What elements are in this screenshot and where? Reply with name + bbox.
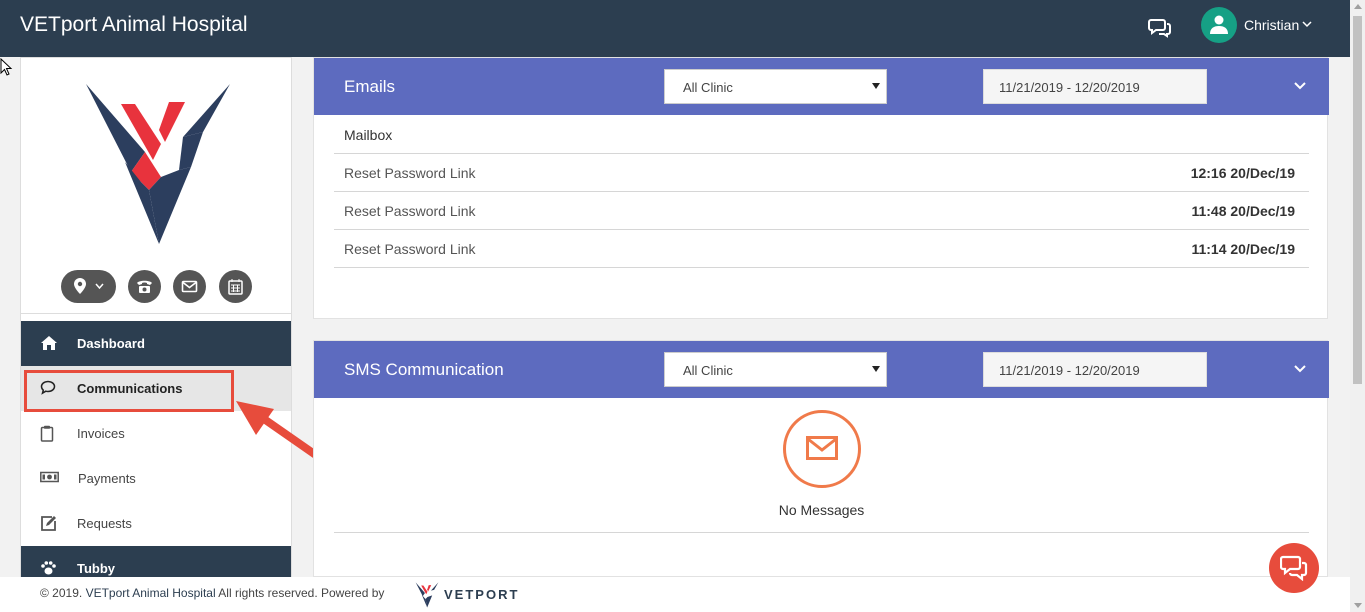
- email-row[interactable]: Reset Password Link 11:14 20/Dec/19: [334, 229, 1309, 267]
- email-row[interactable]: Reset Password Link 11:48 20/Dec/19: [334, 191, 1309, 229]
- vetport-logo-small[interactable]: [415, 582, 439, 608]
- page-scrollbar[interactable]: [1350, 0, 1365, 612]
- footer-copyright: © 2019.: [40, 586, 83, 600]
- home-icon: [41, 336, 57, 350]
- chat-icon[interactable]: [1148, 15, 1172, 39]
- divider: [334, 532, 1309, 533]
- select-value: All Clinic: [683, 363, 733, 378]
- mailbox-label: Mailbox: [344, 127, 393, 143]
- location-icon: [74, 278, 86, 294]
- vetport-logo: [86, 84, 230, 244]
- edit-icon: [41, 516, 56, 531]
- sidebar: Dashboard Communications Invoices Paymen…: [20, 57, 292, 591]
- footer-text: © 2019. VETport Animal Hospital All righ…: [40, 586, 384, 600]
- calendar-icon: [228, 279, 243, 295]
- avatar[interactable]: [1201, 7, 1237, 43]
- sms-panel: SMS Communication All Clinic 11/21/2019 …: [313, 340, 1329, 577]
- sms-date-range-input[interactable]: 11/21/2019 - 12/20/2019: [983, 352, 1207, 387]
- chevron-down-icon[interactable]: [1302, 20, 1312, 28]
- scroll-up-arrow-icon[interactable]: [1354, 4, 1362, 9]
- date-range-value: 11/21/2019 - 12/20/2019: [999, 80, 1140, 95]
- emails-title: Emails: [344, 77, 396, 96]
- calendar-button[interactable]: [219, 270, 252, 303]
- emails-panel: Emails All Clinic 11/21/2019 - 12/20/201…: [313, 57, 1329, 319]
- select-value: All Clinic: [683, 80, 733, 95]
- clipboard-icon: [40, 425, 54, 442]
- chevron-down-icon[interactable]: [1294, 82, 1306, 90]
- footer: © 2019. VETport Animal Hospital All righ…: [0, 577, 1350, 612]
- top-bar: VETport Animal Hospital Christian: [0, 0, 1350, 57]
- sidebar-item-label: Payments: [78, 471, 136, 486]
- sidebar-item-label: Tubby: [77, 561, 116, 576]
- scroll-down-arrow-icon[interactable]: [1354, 603, 1362, 608]
- app-title[interactable]: VETport Animal Hospital: [20, 13, 248, 37]
- sidebar-item-label: Requests: [77, 516, 132, 531]
- money-icon: [40, 471, 59, 483]
- email-subject: Reset Password Link: [344, 241, 476, 257]
- email-time: 11:14 20/Dec/19: [1191, 241, 1295, 257]
- phone-button[interactable]: [128, 270, 161, 303]
- divider: [334, 267, 1309, 268]
- envelope-icon: [806, 436, 838, 460]
- sidebar-item-requests[interactable]: Requests: [21, 501, 291, 546]
- email-subject: Reset Password Link: [344, 203, 476, 219]
- phone-icon: [137, 280, 152, 293]
- user-name[interactable]: Christian: [1244, 17, 1299, 33]
- sms-title: SMS Communication: [344, 360, 504, 379]
- email-time: 11:48 20/Dec/19: [1191, 203, 1295, 219]
- mail-button[interactable]: [173, 270, 206, 303]
- dropdown-arrow-icon: [872, 366, 880, 372]
- sms-panel-header: SMS Communication All Clinic 11/21/2019 …: [314, 341, 1329, 398]
- scrollbar-thumb[interactable]: [1353, 16, 1362, 384]
- emails-clinic-select[interactable]: All Clinic: [664, 69, 887, 104]
- annotation-highlight-box: [24, 370, 234, 412]
- date-range-value: 11/21/2019 - 12/20/2019: [999, 363, 1140, 378]
- email-row[interactable]: Reset Password Link 12:16 20/Dec/19: [334, 153, 1309, 191]
- dropdown-arrow-icon: [872, 83, 880, 89]
- chevron-down-icon[interactable]: [1294, 365, 1306, 373]
- email-time: 12:16 20/Dec/19: [1190, 165, 1295, 181]
- sidebar-item-label: Dashboard: [77, 336, 145, 351]
- email-subject: Reset Password Link: [344, 165, 476, 181]
- empty-state-text: No Messages: [778, 502, 865, 518]
- sidebar-item-dashboard[interactable]: Dashboard: [21, 321, 291, 366]
- sms-clinic-select[interactable]: All Clinic: [664, 352, 887, 387]
- empty-mail-icon: [783, 410, 861, 488]
- sidebar-item-label: Invoices: [77, 426, 125, 441]
- location-dropdown[interactable]: [61, 270, 116, 303]
- chat-support-button[interactable]: [1269, 543, 1319, 593]
- footer-brand-link[interactable]: VETport Animal Hospital: [86, 586, 216, 600]
- mouse-cursor-icon: [0, 58, 13, 76]
- user-icon: [1210, 15, 1228, 34]
- chevron-down-icon: [95, 283, 104, 290]
- emails-panel-header: Emails All Clinic 11/21/2019 - 12/20/201…: [314, 58, 1329, 115]
- paw-icon: [41, 561, 56, 575]
- footer-rights: All rights reserved. Powered by: [218, 586, 385, 600]
- divider: [21, 313, 291, 314]
- vendor-name[interactable]: VETPORT: [444, 587, 519, 602]
- emails-date-range-input[interactable]: 11/21/2019 - 12/20/2019: [983, 69, 1207, 104]
- mail-icon: [181, 280, 198, 293]
- chat-icon: [1280, 555, 1308, 581]
